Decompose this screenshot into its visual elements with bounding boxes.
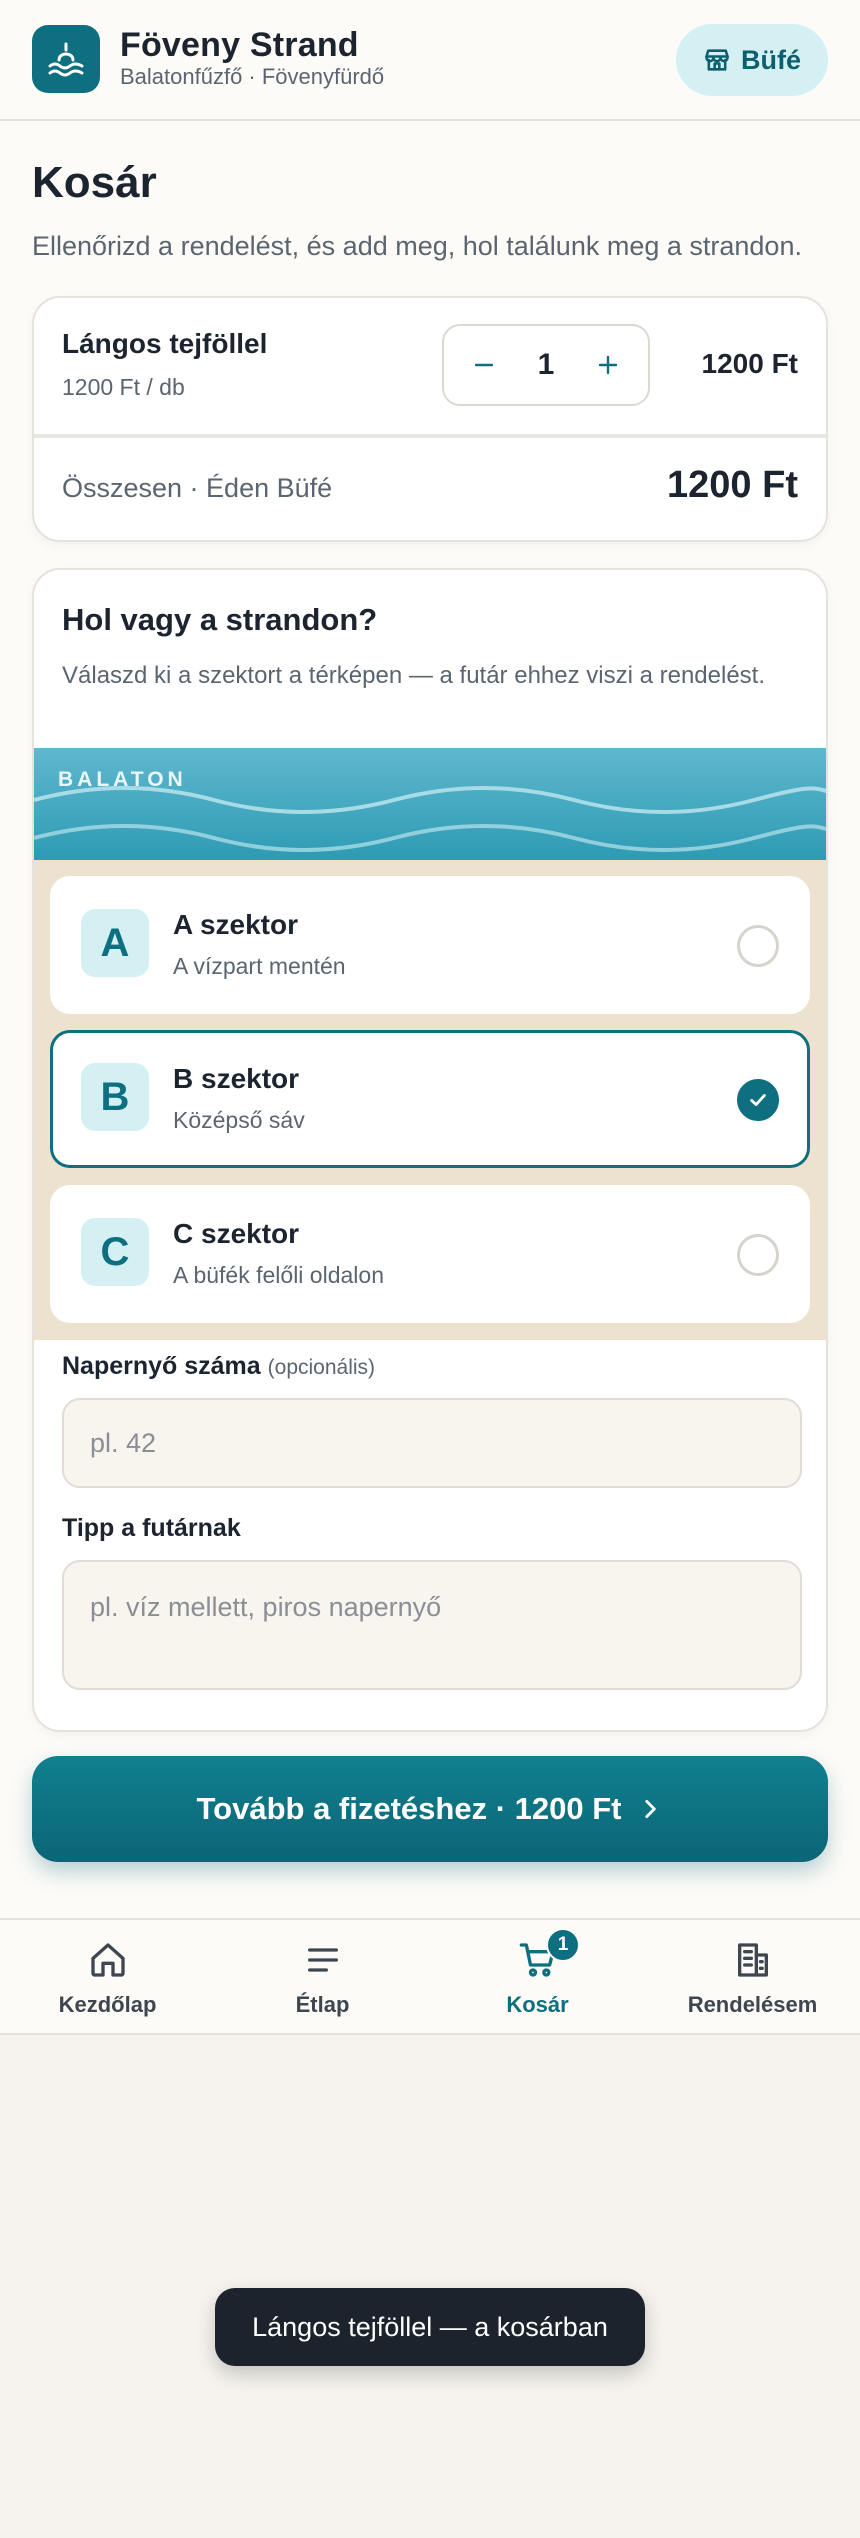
sector-letter-badge: A: [81, 909, 149, 977]
courier-tip-input[interactable]: [62, 1560, 802, 1690]
app-screen: Föveny Strand Balatonfűzfő · Fövenyfürdő…: [0, 0, 860, 2035]
nav-label: Kezdőlap: [58, 1992, 157, 2017]
location-title: Hol vagy a strandon?: [62, 602, 378, 637]
continue-to-payment-button[interactable]: Tovább a fizetéshez · 1200 Ft: [32, 1756, 828, 1862]
brand-subtitle: Balatonfűzfő · Fövenyfürdő: [120, 64, 385, 89]
store-icon: [705, 49, 729, 71]
sector-name: B szektor: [173, 1063, 300, 1094]
location-card: Hol vagy a strandon? Válaszd ki a szekto…: [32, 568, 828, 1732]
sector-radio[interactable]: [737, 925, 779, 967]
sector-radio-checked[interactable]: [737, 1079, 779, 1121]
nav-label: Rendelésem: [687, 1992, 818, 2017]
cart-item-unit-price: 1200 Ft / db: [62, 374, 185, 400]
sector-option-b[interactable]: B B szektor Középső sáv: [50, 1030, 810, 1168]
increase-quantity-button[interactable]: [590, 347, 626, 383]
continue-button-label: Tovább a fizetéshez · 1200 Ft: [196, 1791, 622, 1826]
page-title: Kosár: [32, 158, 157, 207]
cart-total-label: Összesen · Éden Büfé: [62, 473, 333, 503]
bottom-navigation: Kezdőlap Étlap 1 Kosár Rendelésem: [0, 1918, 860, 2035]
umbrella-label-text: Napernyő száma: [62, 1352, 261, 1380]
umbrella-number-label: Napernyő száma (opcionális): [62, 1352, 375, 1381]
home-icon: [90, 1943, 125, 1977]
cart-count-badge: 1: [546, 1928, 580, 1962]
cart-total-value: 1200 Ft: [667, 464, 798, 506]
quantity-value: 1: [537, 348, 555, 381]
decrease-quantity-button[interactable]: [466, 347, 502, 383]
cart-item-price: 1200 Ft: [701, 348, 799, 379]
sector-name: A szektor: [173, 909, 299, 940]
quantity-stepper: 1: [442, 324, 650, 406]
chevron-right-icon: [645, 1800, 657, 1818]
umbrella-optional-note: (opcionális): [267, 1356, 376, 1379]
beach-map-water: BALATON: [34, 748, 826, 860]
sector-description: Középső sáv: [173, 1107, 305, 1133]
bufe-button-label: Büfé: [741, 44, 801, 75]
cart-item-name: Lángos tejföllel: [62, 328, 268, 359]
bufe-button[interactable]: Büfé: [676, 24, 828, 96]
location-description: Válaszd ki a szektort a térképen — a fut…: [62, 662, 766, 689]
sector-description: A vízpart mentén: [173, 953, 346, 979]
wave-logo-icon: [48, 42, 84, 77]
sector-letter-badge: B: [81, 1063, 149, 1131]
sector-radio[interactable]: [737, 1234, 779, 1276]
umbrella-number-input[interactable]: [62, 1398, 802, 1488]
sector-option-c[interactable]: C C szektor A büfék felőli oldalon: [50, 1185, 810, 1323]
cart-divider: [34, 434, 826, 438]
receipt-icon: [737, 1943, 768, 1977]
sector-option-a[interactable]: A A szektor A vízpart mentén: [50, 876, 810, 1014]
nav-item-my-order[interactable]: Rendelésem: [645, 1920, 860, 2035]
app-header: Föveny Strand Balatonfűzfő · Fövenyfürdő…: [0, 0, 860, 121]
courier-tip-label: Tipp a futárnak: [62, 1514, 241, 1542]
sector-description: A büfék felőli oldalon: [173, 1262, 384, 1288]
brand-title: Föveny Strand: [120, 26, 359, 64]
nav-label: Kosár: [506, 1992, 569, 2017]
beach-map-sand: A A szektor A vízpart mentén B B szektor…: [34, 860, 826, 1340]
sector-letter-badge: C: [81, 1218, 149, 1286]
nav-item-cart[interactable]: 1 Kosár: [430, 1920, 645, 2035]
logo: [32, 25, 100, 93]
checkmark-icon: [750, 1094, 766, 1106]
waves-icon: [34, 786, 826, 852]
menu-icon: [307, 1948, 338, 1972]
nav-item-menu[interactable]: Étlap: [215, 1920, 430, 2035]
page-subtitle: Ellenőrizd a rendelést, és add meg, hol …: [32, 231, 802, 261]
map-water-label: BALATON: [58, 768, 187, 791]
nav-item-home[interactable]: Kezdőlap: [0, 1920, 215, 2035]
plus-icon: [598, 355, 618, 375]
nav-label: Étlap: [295, 1992, 350, 2017]
minus-icon: [474, 363, 494, 367]
cart-toast: Lángos tejföllel — a kosárban: [215, 2288, 645, 2366]
sector-name: C szektor: [173, 1218, 300, 1249]
cart-card: Lángos tejföllel 1200 Ft / db 1 1200 Ft …: [32, 296, 828, 542]
